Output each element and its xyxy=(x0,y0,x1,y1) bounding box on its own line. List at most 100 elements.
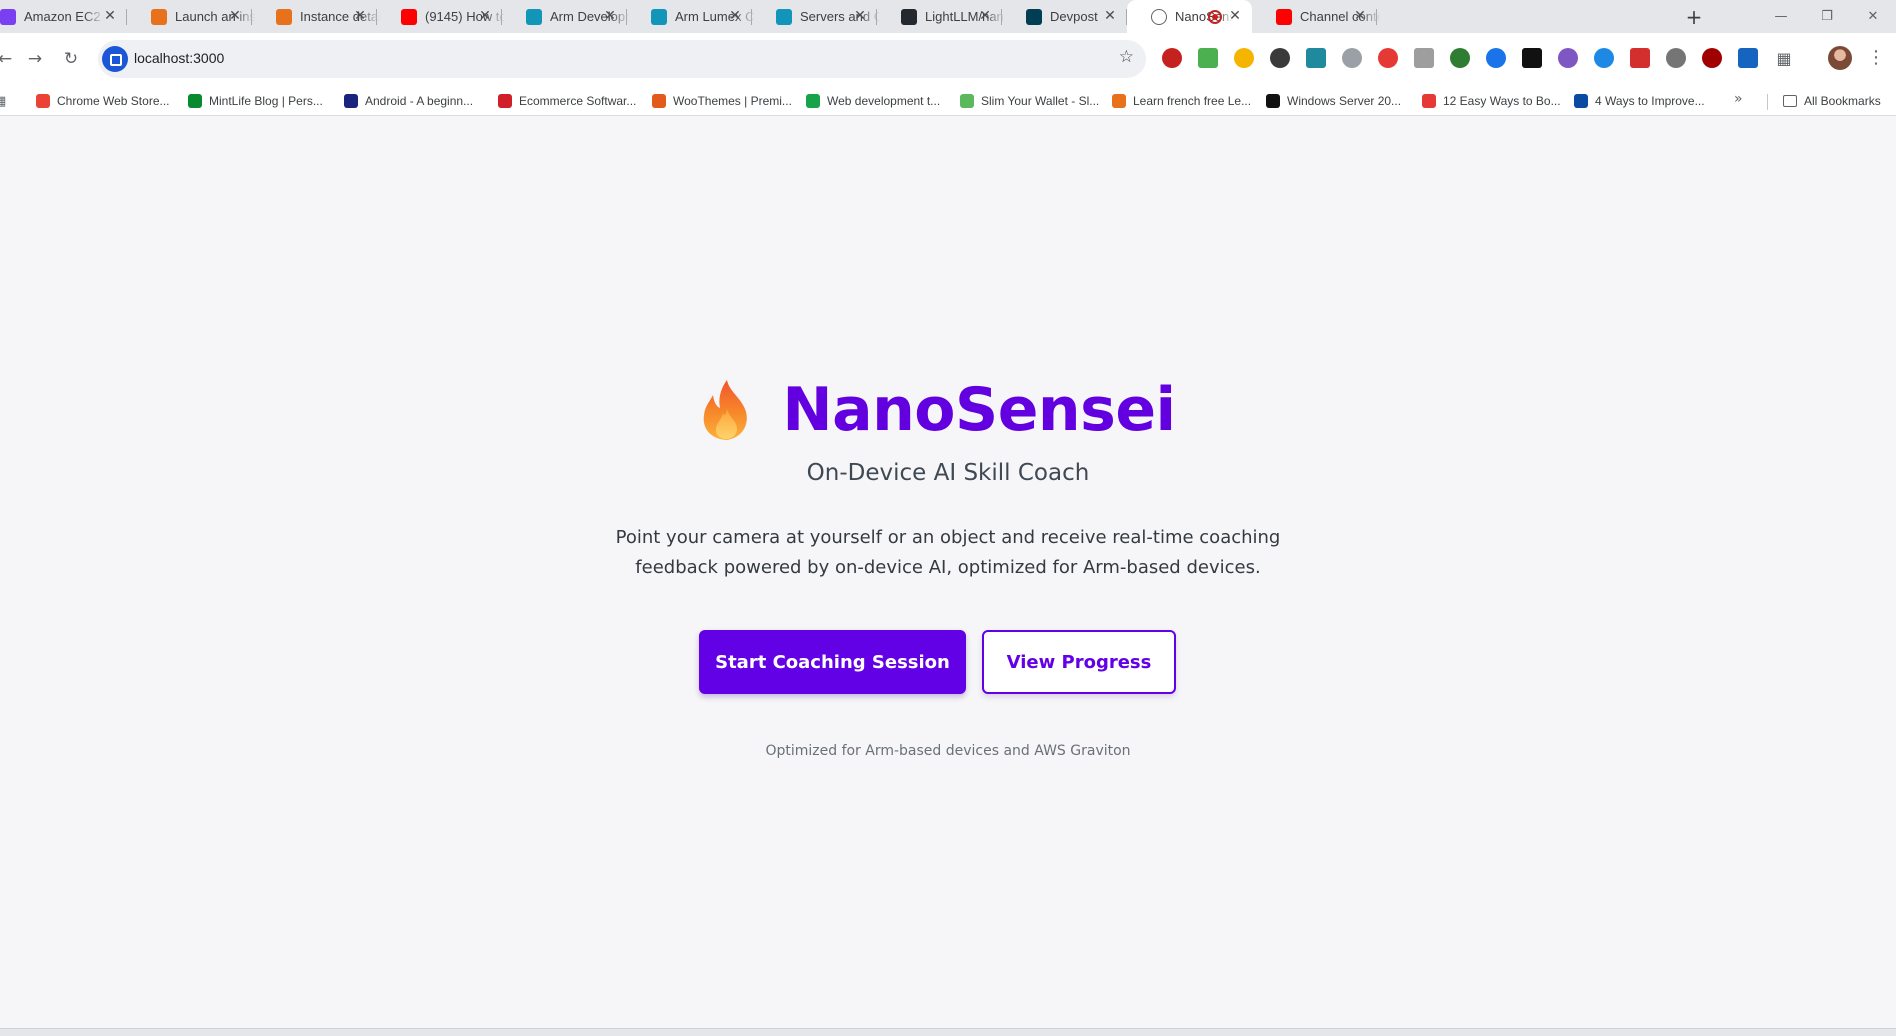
browser-tab[interactable]: NanoSense✕ xyxy=(1127,0,1252,33)
page-description: Point your camera at yourself or an obje… xyxy=(615,527,1281,578)
extension-android-icon[interactable] xyxy=(1450,48,1470,68)
blogger-icon xyxy=(344,94,358,108)
bookmark-item[interactable]: 4 Ways to Improve... xyxy=(1574,92,1705,110)
tab-title: Amazon EC2 M xyxy=(24,9,104,24)
bookmark-item[interactable]: Slim Your Wallet - Sl... xyxy=(960,92,1099,110)
bookmark-star-icon[interactable]: ☆ xyxy=(1119,47,1134,67)
forward-button[interactable]: → xyxy=(22,46,48,72)
bookmark-label: Chrome Web Store... xyxy=(57,94,170,108)
bookmark-label: Android - A beginn... xyxy=(365,94,474,108)
site-info-icon[interactable] xyxy=(102,46,128,72)
aws-icon xyxy=(151,9,167,25)
recording-indicator-icon xyxy=(1208,10,1222,24)
bookmark-item[interactable]: 12 Easy Ways to Bo... xyxy=(1422,92,1561,110)
arm-icon xyxy=(651,9,667,25)
url-text[interactable]: localhost:3000 xyxy=(134,50,224,66)
page-subtitle: On-Device AI Skill Coach xyxy=(806,460,1090,486)
browser-tab[interactable]: Servers and Cl ✕ xyxy=(752,0,880,33)
close-tab-icon[interactable]: ✕ xyxy=(1351,7,1369,25)
bookmark-label: Web development t... xyxy=(827,94,941,108)
browser-tab[interactable]: Channel conte ✕ xyxy=(1252,0,1380,33)
github-icon xyxy=(901,9,917,25)
extension-m-icon[interactable] xyxy=(1666,48,1686,68)
extension-globe-icon[interactable] xyxy=(1306,48,1326,68)
youtube-icon xyxy=(401,9,417,25)
close-tab-icon[interactable]: ✕ xyxy=(726,7,744,25)
browser-menu-icon[interactable]: ⋮ xyxy=(1866,45,1886,71)
all-bookmarks-button[interactable]: All Bookmarks xyxy=(1783,92,1881,110)
close-tab-icon[interactable]: ✕ xyxy=(351,7,369,25)
address-bar[interactable]: localhost:3000 ☆ xyxy=(98,40,1146,78)
close-tab-icon[interactable]: ✕ xyxy=(101,7,119,25)
close-tab-icon[interactable]: ✕ xyxy=(976,7,994,25)
browser-tab[interactable]: Amazon EC2 M✕ xyxy=(0,0,127,33)
extension-target-icon[interactable] xyxy=(1558,48,1578,68)
close-tab-icon[interactable]: ✕ xyxy=(601,7,619,25)
more-bookmarks-icon[interactable]: » xyxy=(1734,91,1743,107)
bookmark-item[interactable]: MintLife Blog | Pers... xyxy=(188,92,323,110)
leaf-icon xyxy=(960,94,974,108)
aws-icon xyxy=(276,9,292,25)
woothemes-icon xyxy=(652,94,666,108)
bookmark-item[interactable]: Web development t... xyxy=(806,92,940,110)
close-tab-icon[interactable]: ✕ xyxy=(1101,7,1119,25)
close-window-button[interactable]: ✕ xyxy=(1850,0,1896,33)
view-progress-button[interactable]: View Progress xyxy=(982,630,1176,694)
extension-record-icon[interactable] xyxy=(1162,48,1182,68)
bookmark-item[interactable]: Ecommerce Softwar... xyxy=(498,92,636,110)
close-tab-icon[interactable]: ✕ xyxy=(476,7,494,25)
browser-tab[interactable]: Arm Lumex Co ✕ xyxy=(627,0,755,33)
browser-tab[interactable]: LightLLM/nano ✕ xyxy=(877,0,1005,33)
extension-k-icon[interactable] xyxy=(1270,48,1290,68)
chrome-web-store-icon xyxy=(36,94,50,108)
ecommerce-icon xyxy=(498,94,512,108)
extension-play-icon[interactable] xyxy=(1630,48,1650,68)
start-coaching-button[interactable]: Start Coaching Session xyxy=(699,630,966,694)
bell-icon xyxy=(1574,94,1588,108)
bookmark-label: Learn french free Le... xyxy=(1133,94,1252,108)
globe-icon xyxy=(1151,9,1167,25)
apps-grid-icon[interactable]: ▦ xyxy=(0,92,6,110)
minimize-button[interactable]: — xyxy=(1758,0,1804,33)
bookmark-label: 4 Ways to Improve... xyxy=(1595,94,1705,108)
extension-glasses-icon[interactable] xyxy=(1198,48,1218,68)
new-tab-button[interactable]: + xyxy=(1682,5,1706,29)
browser-tab[interactable]: Launch an inst ✕ xyxy=(127,0,255,33)
profile-avatar[interactable] xyxy=(1828,46,1852,70)
browser-tab-strip: Amazon EC2 M✕Launch an inst✕Instance det… xyxy=(0,0,1896,33)
page-content: NanoSensei On-Device AI Skill Coach Poin… xyxy=(0,117,1896,1028)
extension-gear-icon[interactable] xyxy=(1594,48,1614,68)
bookmark-item[interactable]: Windows Server 20... xyxy=(1266,92,1401,110)
extension-drop-icon[interactable] xyxy=(1486,48,1506,68)
brand-header: NanoSensei xyxy=(0,375,1896,445)
page-title: NanoSensei xyxy=(782,375,1176,445)
close-tab-icon[interactable]: ✕ xyxy=(226,7,244,25)
youtube-icon xyxy=(1276,9,1292,25)
extensions-puzzle-icon[interactable]: ▦ xyxy=(1774,48,1794,68)
reload-button[interactable]: ↻ xyxy=(58,46,84,72)
close-tab-icon[interactable]: ✕ xyxy=(1226,7,1244,25)
back-button[interactable]: ← xyxy=(0,46,18,72)
extension-sa-icon[interactable] xyxy=(1738,48,1758,68)
bookmark-label: Ecommerce Softwar... xyxy=(519,94,637,108)
extension-bag-icon[interactable] xyxy=(1414,48,1434,68)
bookmark-label: Windows Server 20... xyxy=(1287,94,1402,108)
restore-button[interactable]: ❐ xyxy=(1804,0,1850,33)
lsf-icon xyxy=(1112,94,1126,108)
extension-ublock-icon[interactable] xyxy=(1702,48,1722,68)
browser-tab[interactable]: Instance detail ✕ xyxy=(252,0,380,33)
browser-tab[interactable]: Devpost ✕ xyxy=(1002,0,1127,33)
bookmark-item[interactable]: Chrome Web Store... xyxy=(36,92,170,110)
browser-tab[interactable]: (9145) How to ✕ xyxy=(377,0,505,33)
extension-openai-icon[interactable] xyxy=(1522,48,1542,68)
close-tab-icon[interactable]: ✕ xyxy=(851,7,869,25)
extension-rainbow-icon[interactable] xyxy=(1234,48,1254,68)
extension-ninja-icon[interactable] xyxy=(1378,48,1398,68)
lifebuoy-icon xyxy=(1422,94,1436,108)
bookmark-item[interactable]: Android - A beginn... xyxy=(344,92,473,110)
browser-tab[interactable]: Arm Developm ✕ xyxy=(502,0,630,33)
extension-code-icon[interactable] xyxy=(1342,48,1362,68)
bookmark-item[interactable]: WooThemes | Premi... xyxy=(652,92,792,110)
bookmark-item[interactable]: Learn french free Le... xyxy=(1112,92,1251,110)
bookmark-label: WooThemes | Premi... xyxy=(673,94,792,108)
